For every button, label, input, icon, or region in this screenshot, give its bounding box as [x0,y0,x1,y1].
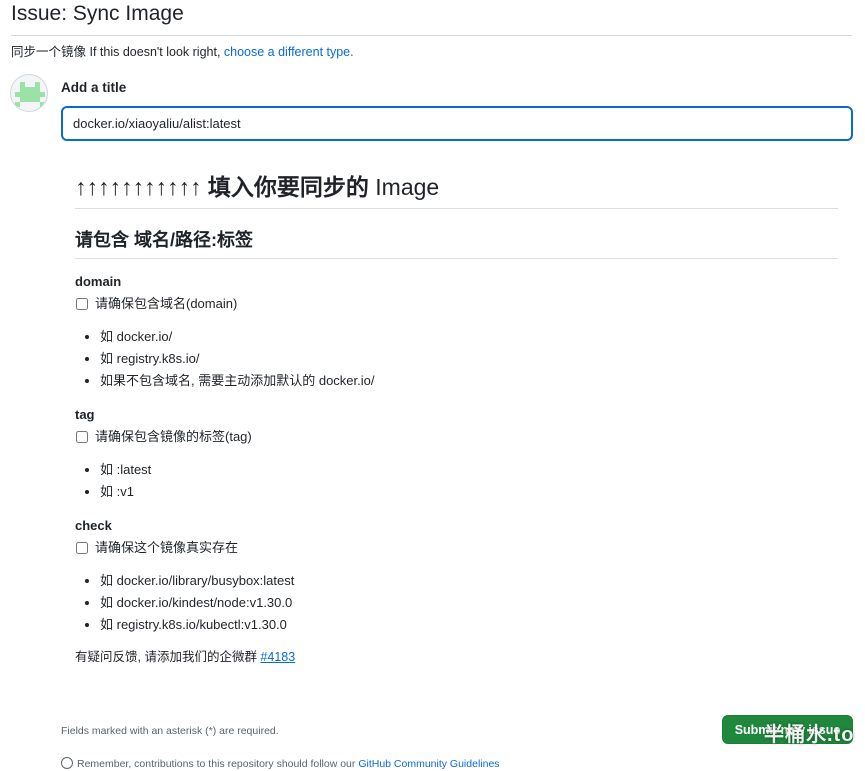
identicon-icon [15,82,45,107]
feedback-issue-link[interactable]: #4183 [260,650,295,664]
domain-examples: 如 docker.io/ 如 registry.k8s.io/ 如果不包含域名,… [75,326,838,392]
issue-type-hint: If this doesn't look right, [86,45,224,59]
exists-checkbox-row[interactable]: 请确保这个镜像真实存在 [75,539,838,557]
tag-examples: 如 :latest 如 :v1 [75,459,838,503]
check-examples: 如 docker.io/library/busybox:latest 如 doc… [75,570,838,636]
section-domain: domain 请确保包含域名(domain) 如 docker.io/ 如 re… [75,273,838,392]
guidelines-line: Remember, contributions to this reposito… [61,757,500,771]
tag-checkbox-row[interactable]: 请确保包含镜像的标签(tag) [75,428,838,446]
choose-different-type-link[interactable]: choose a different type. [224,45,354,59]
title-label: Add a title [61,80,127,95]
feedback-text: 有疑问反馈, 请添加我们的企微群 [75,650,261,664]
list-item: 如果不包含域名, 需要主动添加默认的 docker.io/ [100,370,838,392]
guidelines-text: Remember, contributions to this reposito… [77,758,359,770]
heading-text: 填入你要同步的 [201,174,376,200]
section-title: tag [75,407,95,422]
list-item: 如 registry.k8s.io/kubectl:v1.30.0 [100,614,838,636]
list-item: 如 :latest [100,459,838,481]
info-icon [61,757,73,769]
section-check: check 请确保这个镜像真实存在 如 docker.io/library/bu… [75,517,838,636]
section-tag: tag 请确保包含镜像的标签(tag) 如 :latest 如 :v1 [75,406,838,503]
list-item: 如 docker.io/kindest/node:v1.30.0 [100,592,838,614]
list-item: 如 registry.k8s.io/ [100,348,838,370]
heading-image-word: Image [375,174,440,200]
body-subheading: 请包含 域名/路径:标签 [75,227,838,259]
section-title: domain [75,274,122,289]
exists-checkbox[interactable] [76,542,88,554]
feedback-line: 有疑问反馈, 请添加我们的企微群 #4183 [75,648,838,666]
title-input[interactable] [61,106,853,141]
heading-arrows: ↑↑↑↑↑↑↑↑↑↑↑ [75,174,202,200]
watermark: 半桶水.to [764,724,855,746]
issue-type-name: 同步一个镜像 [11,45,87,59]
domain-checkbox-row[interactable]: 请确保包含域名(domain) [75,295,838,313]
list-item: 如 docker.io/library/busybox:latest [100,570,838,592]
issue-body-preview: ↑↑↑↑↑↑↑↑↑↑↑ 填入你要同步的 Image 请包含 域名/路径:标签 d… [75,170,838,666]
issue-type-line: 同步一个镜像 If this doesn't look right, choos… [11,44,354,60]
domain-checkbox-label: 请确保包含域名(domain) [95,296,238,311]
body-heading: ↑↑↑↑↑↑↑↑↑↑↑ 填入你要同步的 Image [75,170,838,209]
tag-checkbox[interactable] [76,431,88,443]
domain-checkbox[interactable] [76,298,88,310]
page-title: Issue: Sync Image [11,2,184,25]
list-item: 如 docker.io/ [100,326,838,348]
required-fields-note: Fields marked with an asterisk (*) are r… [61,725,279,737]
exists-checkbox-label: 请确保这个镜像真实存在 [95,540,239,555]
tag-checkbox-label: 请确保包含镜像的标签(tag) [95,429,252,444]
list-item: 如 :v1 [100,481,838,503]
title-divider [11,35,852,36]
avatar [10,74,48,112]
section-title: check [75,518,112,533]
guidelines-link[interactable]: GitHub Community Guidelines [358,758,499,770]
